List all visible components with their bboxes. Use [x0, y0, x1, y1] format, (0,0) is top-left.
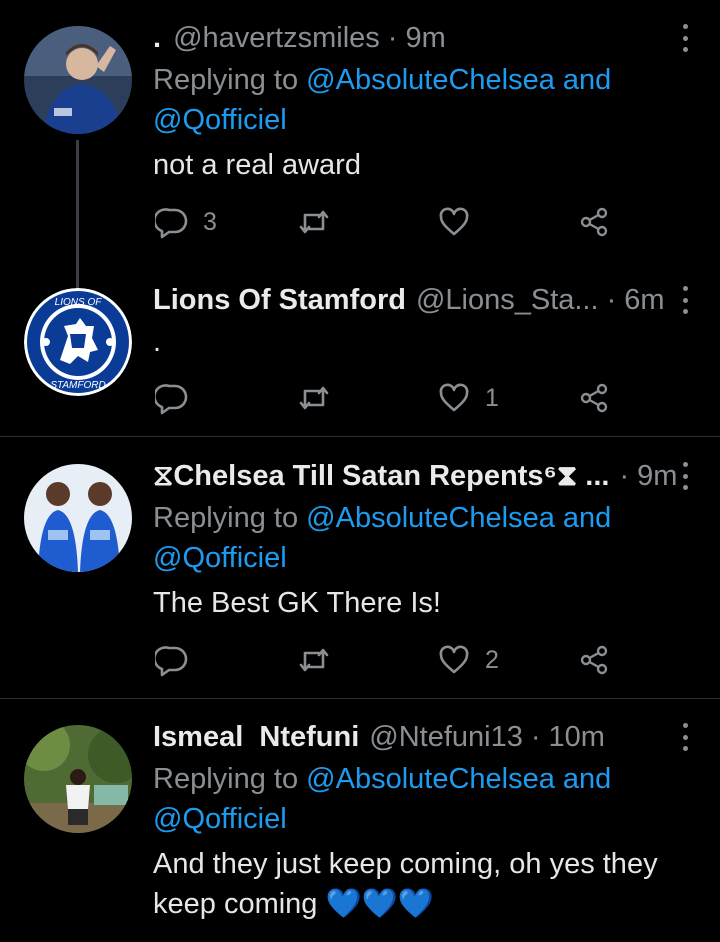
user-handle[interactable]: @havertzsmiles [173, 22, 380, 55]
replying-and: and [562, 763, 612, 795]
separator-dot: · [606, 283, 617, 316]
mention-link[interactable]: @Qofficiel [153, 803, 287, 835]
more-icon[interactable] [680, 462, 690, 490]
replying-and: and [562, 64, 612, 96]
tweet-text: And they just keep coming, oh yes they [153, 848, 658, 880]
tweet-header: ⧖Chelsea Till Satan Repents⁶⧗ ... · 9m [153, 456, 677, 496]
replying-and: and [562, 502, 612, 534]
avatar-ismeal-ntefuni[interactable] [24, 725, 132, 833]
share-button[interactable] [577, 378, 611, 418]
retweet-button[interactable] [297, 640, 345, 680]
replying-to: Replying to @AbsoluteChelsea and [153, 60, 611, 100]
blue-heart-emoji: 💙💙💙 [325, 888, 434, 920]
like-count: 1 [485, 383, 499, 412]
display-name[interactable]: . [153, 22, 161, 55]
replying-to-second: @Qofficiel [153, 100, 287, 140]
share-icon [580, 383, 608, 413]
share-icon [580, 207, 608, 237]
separator-dot: · [530, 720, 541, 753]
display-name[interactable]: Ismeal Ntefuni [153, 721, 359, 754]
more-icon[interactable] [680, 24, 690, 52]
retweet-icon [299, 210, 329, 234]
timestamp[interactable]: 9m [405, 22, 445, 55]
tweet-header: Ismeal Ntefuni @Ntefuni13 · 10m [153, 717, 605, 757]
like-button[interactable]: 1 [437, 378, 499, 418]
tweet-text: . [153, 326, 162, 358]
action-bar: 2 [153, 640, 623, 680]
tweet-chelsea-till-satan-repents[interactable]: eh ⧖Chelsea Till Satan Repents⁶⧗ ... · 9… [0, 456, 720, 686]
replying-prefix: Replying to [153, 763, 299, 795]
avatar-text-top: LIONS OF [55, 297, 103, 308]
like-button[interactable] [437, 202, 485, 242]
divider [0, 698, 720, 699]
user-handle[interactable]: @Ntefuni13 [369, 721, 523, 754]
retweet-icon [299, 648, 329, 672]
avatar-lions-of-stamford[interactable]: LIONS OF STAMFORD [24, 288, 132, 396]
like-button[interactable]: 2 [437, 640, 499, 680]
reply-button[interactable] [155, 640, 203, 680]
mention-link[interactable]: @AbsoluteChelsea [306, 763, 555, 795]
retweet-icon [299, 386, 329, 410]
mention-link[interactable]: @AbsoluteChelsea [306, 64, 555, 96]
reply-count: 3 [203, 207, 217, 236]
like-icon [439, 645, 469, 674]
tweet-ismeal-ntefuni[interactable]: Ismeal Ntefuni @Ntefuni13 · 10m Replying… [0, 717, 720, 942]
separator-dot: · [619, 459, 630, 492]
tweet-header: Lions Of Stamford @Lions_Sta... · 6m [153, 280, 665, 320]
user-handle[interactable]: @Lions_Sta... [416, 284, 599, 317]
like-icon [439, 383, 469, 412]
more-icon[interactable] [680, 286, 690, 314]
mention-link[interactable]: @Qofficiel [153, 104, 287, 136]
replying-to-second: @Qofficiel [153, 799, 287, 839]
share-button[interactable] [577, 202, 611, 242]
mention-link[interactable]: @AbsoluteChelsea [306, 502, 555, 534]
display-name[interactable]: Lions Of Stamford [153, 284, 406, 317]
timestamp[interactable]: 10m [549, 721, 605, 754]
avatar-havertzsmiles[interactable] [24, 26, 132, 134]
tweet-havertzsmiles[interactable]: . @havertzsmiles · 9m Replying to @Absol… [0, 18, 720, 318]
timestamp[interactable]: 9m [637, 460, 677, 493]
retweet-button[interactable] [297, 202, 345, 242]
replying-to: Replying to @AbsoluteChelsea and [153, 759, 611, 799]
reply-icon [155, 384, 188, 415]
tweet-text: The Best GK There Is! [153, 587, 441, 619]
action-bar: 1 [153, 378, 623, 418]
tweet-text: not a real award [153, 149, 361, 181]
avatar-text-bottom: STAMFORD [50, 380, 105, 391]
display-name[interactable]: ⧖Chelsea Till Satan Repents⁶⧗ ... [153, 460, 609, 493]
tweet-lions-of-stamford[interactable]: LIONS OF STAMFORD Lions Of Stamford @Lio… [0, 280, 720, 430]
more-icon[interactable] [680, 723, 690, 751]
divider [0, 436, 720, 437]
reply-icon [155, 646, 188, 677]
separator-dot: · [387, 21, 398, 54]
svg-text:eh: eh [44, 551, 60, 567]
timestamp[interactable]: 6m [624, 284, 664, 317]
share-icon [580, 645, 608, 675]
like-icon [439, 207, 469, 236]
reply-button[interactable]: 3 [155, 202, 217, 242]
tweet-header: . @havertzsmiles · 9m [153, 18, 446, 58]
reply-icon [155, 208, 188, 239]
mention-link[interactable]: @Qofficiel [153, 542, 287, 574]
replying-prefix: Replying to [153, 502, 299, 534]
replying-prefix: Replying to [153, 64, 299, 96]
like-count: 2 [485, 645, 499, 674]
retweet-button[interactable] [297, 378, 345, 418]
replying-to-second: @Qofficiel [153, 538, 287, 578]
reply-feed: . @havertzsmiles · 9m Replying to @Absol… [0, 0, 720, 942]
share-button[interactable] [577, 640, 611, 680]
tweet-text-line2: keep coming 💙💙💙 [153, 884, 434, 924]
avatar-chelsea-till-satan-repents[interactable]: eh [24, 464, 132, 572]
replying-to: Replying to @AbsoluteChelsea and [153, 498, 611, 538]
reply-button[interactable] [155, 378, 203, 418]
tweet-text-continuation: keep coming [153, 888, 318, 920]
action-bar: 3 [153, 202, 623, 242]
